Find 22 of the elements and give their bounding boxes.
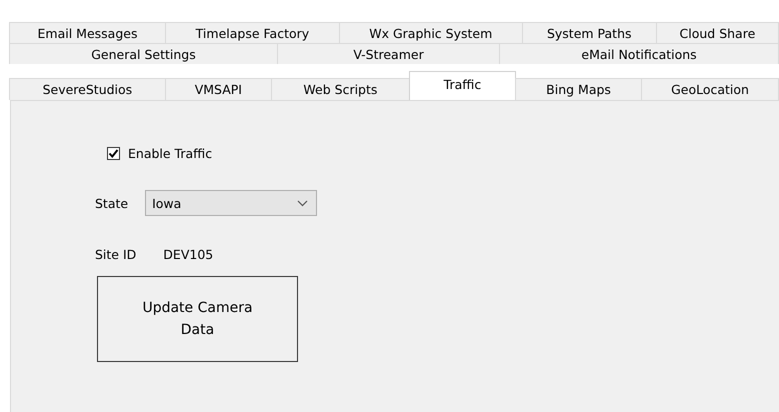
tab[interactable]: Wx Graphic System	[338, 22, 523, 43]
chevron-down-icon	[297, 200, 308, 206]
site-id-value: DEV105	[163, 247, 214, 262]
tab[interactable]: GeoLocation	[641, 78, 779, 100]
tab[interactable]: Bing Maps	[515, 78, 642, 100]
checkbox[interactable]	[107, 147, 120, 160]
tab[interactable]: Email Messages	[9, 22, 166, 43]
tab[interactable]: General Settings	[9, 43, 278, 64]
tab[interactable]: Cloud Share	[656, 22, 779, 43]
tab[interactable]: eMail Notifications	[499, 43, 779, 64]
checkbox-label: Enable Traffic	[128, 146, 212, 161]
tab[interactable]: Web Scripts	[270, 78, 410, 100]
tab[interactable]: Timelapse Factory	[164, 22, 340, 43]
tab[interactable]: VMSAPI	[164, 78, 272, 100]
tab[interactable]: V-Streamer	[276, 43, 500, 64]
tab[interactable]: System Paths	[522, 22, 657, 43]
update-camera-data-button[interactable]: Update Camera Data	[97, 276, 298, 362]
tab[interactable]: SevereStudios	[9, 78, 166, 100]
state-label: State	[95, 196, 128, 210]
tab[interactable]: Traffic	[408, 71, 516, 100]
state-dropdown[interactable]: Iowa	[145, 190, 318, 216]
site-id-label: Site ID	[95, 247, 136, 262]
